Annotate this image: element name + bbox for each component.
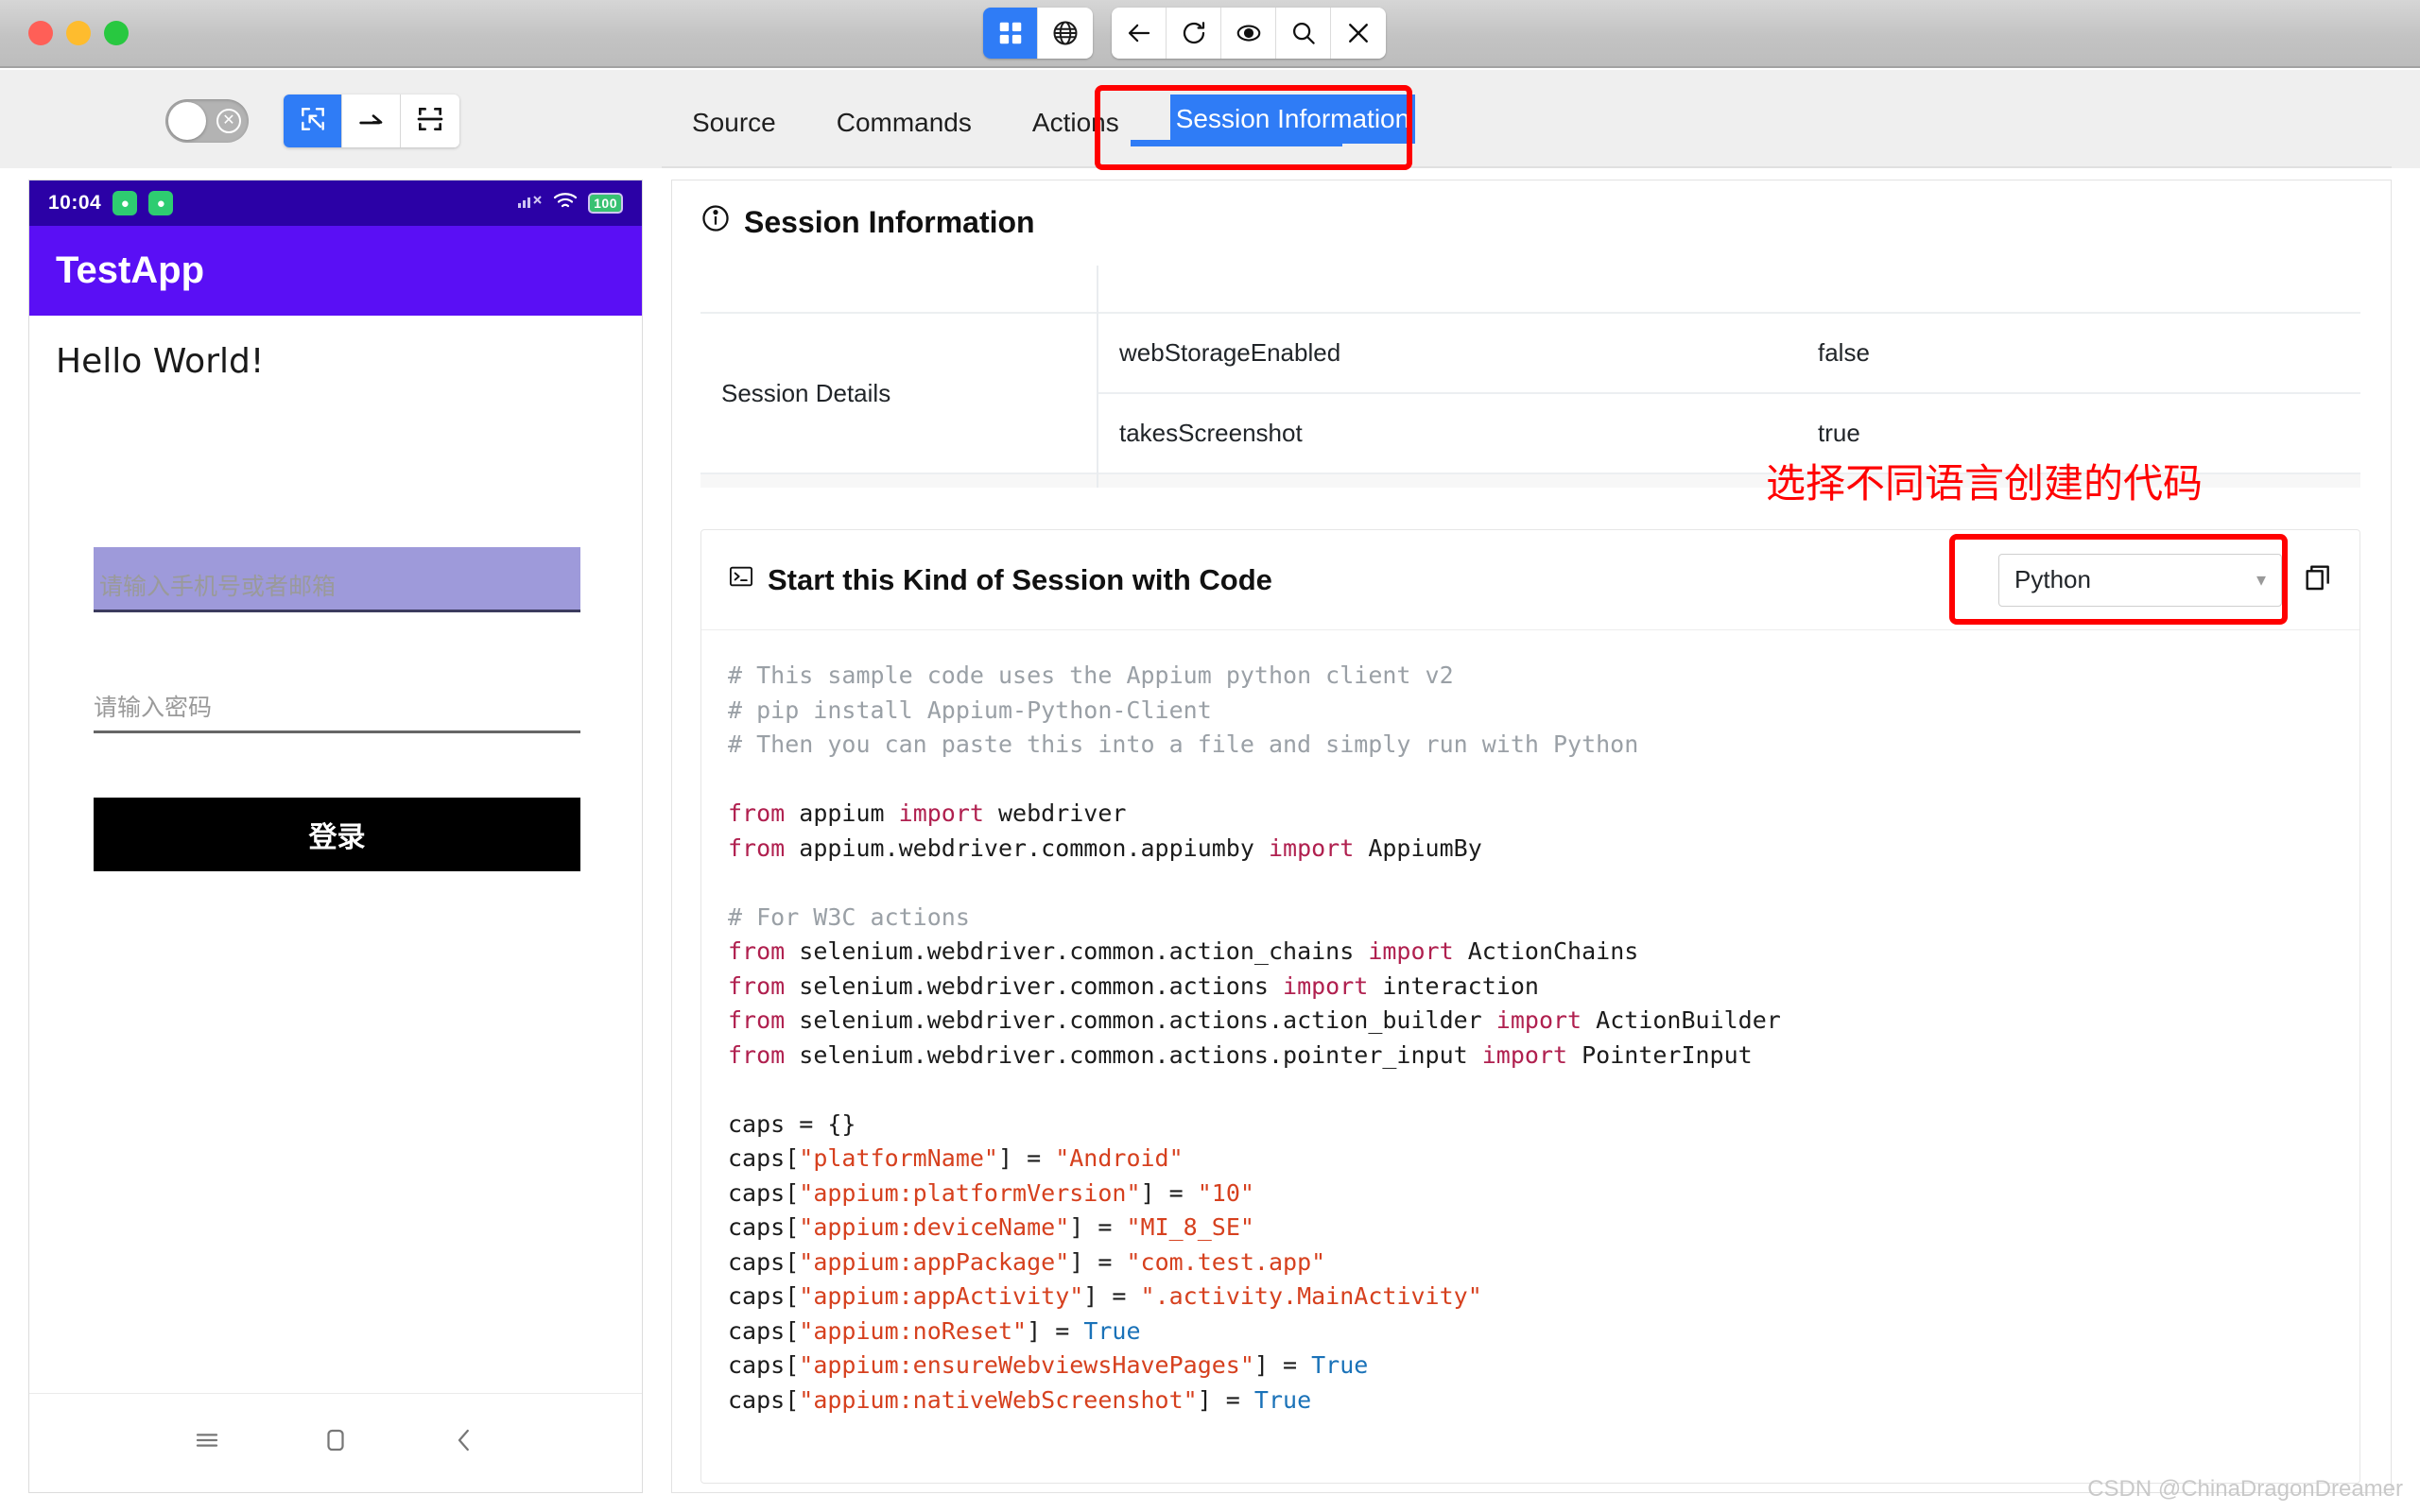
code-card-title-text: Start this Kind of Session with Code <box>768 562 1272 596</box>
device-app-bar: TestApp <box>29 226 642 316</box>
device-nav-bar <box>29 1393 642 1491</box>
code-card-title: Start this Kind of Session with Code <box>728 563 1272 597</box>
search-button[interactable] <box>1276 8 1331 59</box>
panel-title-text: Session Information <box>744 204 1035 239</box>
refresh-button[interactable] <box>1167 8 1221 59</box>
row-label <box>700 266 1098 313</box>
minimize-window-button[interactable] <box>66 21 91 45</box>
info-circle-icon <box>700 203 731 241</box>
back-button[interactable] <box>1112 8 1167 59</box>
grid-icon <box>996 19 1025 47</box>
language-select-value: Python <box>2014 565 2091 593</box>
select-element-icon <box>298 104 328 139</box>
globe-icon <box>1051 19 1080 47</box>
quit-session-button[interactable] <box>1331 8 1386 59</box>
select-element-mode-button[interactable] <box>284 94 342 147</box>
status-bar-indicators: 100 <box>518 191 623 215</box>
password-field[interactable]: 请输入密码 <box>94 689 580 733</box>
code-card-header: Start this Kind of Session with Code Pyt… <box>701 530 2360 630</box>
interaction-mode-group <box>284 94 459 147</box>
hello-world-label: Hello World! <box>56 342 265 381</box>
back-chevron-icon[interactable] <box>450 1426 478 1459</box>
window-titlebar <box>0 0 2420 68</box>
home-square-icon[interactable] <box>321 1426 350 1459</box>
search-icon <box>1289 19 1318 47</box>
row-label-session-details: Session Details <box>700 312 1098 473</box>
login-button[interactable]: 登录 <box>94 798 580 871</box>
no-signal-icon <box>518 191 543 215</box>
battery-level: 100 <box>588 193 623 214</box>
close-window-button[interactable] <box>28 21 53 45</box>
row-label-active-app-id: Currently Active App ID <box>700 472 1098 488</box>
swipe-mode-button[interactable] <box>342 94 401 147</box>
shield-icon: ● <box>148 191 174 215</box>
watermark: CSDN @ChinaDragonDreamer <box>2087 1476 2403 1502</box>
session-actions-segmented-control <box>1112 8 1386 59</box>
tab-commands[interactable]: Commands <box>806 94 1002 151</box>
grid-view-button[interactable] <box>983 8 1038 59</box>
view-mode-segmented-control <box>983 8 1093 59</box>
tab-session-information[interactable]: Session Information <box>1169 94 1416 144</box>
device-app-body: Hello World! 请输入手机号或者邮箱 请输入密码 登录 <box>29 316 642 1393</box>
tab-source[interactable]: Source <box>662 94 806 151</box>
row-value <box>1797 266 2360 313</box>
cancel-circle-icon: ✕ <box>216 109 241 133</box>
row-key <box>1098 266 1797 313</box>
close-icon <box>1344 19 1373 47</box>
traffic-lights <box>28 21 129 45</box>
code-card-controls: Python ▾ <box>1998 553 2333 607</box>
row-key-takesscreenshot: takesScreenshot <box>1098 392 1797 473</box>
sample-code-block[interactable]: # This sample code uses the Appium pytho… <box>701 630 2360 1446</box>
shield-icon: ● <box>112 191 138 215</box>
session-code-card: Start this Kind of Session with Code Pyt… <box>700 529 2360 1484</box>
device-screen-mirror[interactable]: 10:04 ● ● 100 TestApp Hello World! 请输入手机… <box>28 180 643 1493</box>
tab-actions[interactable]: Actions <box>1002 94 1150 151</box>
recording-toggle[interactable]: ✕ <box>165 99 249 143</box>
active-tab-underline <box>1131 140 1342 146</box>
tap-by-coordinates-mode-button[interactable] <box>401 94 459 147</box>
wifi-icon <box>552 191 579 215</box>
toggle-visibility-button[interactable] <box>1221 8 1276 59</box>
menu-icon[interactable] <box>193 1426 221 1459</box>
annotation-chinese-note: 选择不同语言创建的代码 <box>1766 460 2204 507</box>
table-row: Session Details webStorageEnabled false <box>700 312 2360 473</box>
back-arrow-icon <box>1125 19 1153 47</box>
session-information-panel: Session Information Session Details webS… <box>671 180 2392 1493</box>
panel-title: Session Information <box>672 180 2391 262</box>
titlebar-controls <box>983 8 1386 59</box>
swipe-icon <box>356 104 387 139</box>
tabs-divider <box>662 166 2392 168</box>
eye-icon <box>1235 19 1263 47</box>
terminal-icon <box>728 563 754 597</box>
row-key-webstorageenabled: webStorageEnabled <box>1098 312 1797 393</box>
language-select[interactable]: Python ▾ <box>1998 553 2282 607</box>
username-placeholder: 请输入手机号或者邮箱 <box>94 568 580 612</box>
zoom-window-button[interactable] <box>104 21 129 45</box>
device-status-bar: 10:04 ● ● 100 <box>29 180 642 226</box>
refresh-icon <box>1180 19 1208 47</box>
tap-by-coordinates-icon <box>415 104 445 139</box>
status-bar-time: 10:04 <box>48 192 102 214</box>
toggle-knob <box>168 102 206 140</box>
app-title: TestApp <box>56 249 205 291</box>
app-window: ✕ Source Commands Actions Session Inform… <box>0 0 2420 1512</box>
username-field[interactable]: 请输入手机号或者邮箱 <box>94 547 580 612</box>
web-view-button[interactable] <box>1038 8 1093 59</box>
row-value-webstorageenabled: false <box>1797 312 2360 393</box>
chevron-down-icon: ▾ <box>2256 570 2266 591</box>
password-placeholder: 请输入密码 <box>94 689 580 733</box>
table-row-partial <box>700 266 2360 313</box>
copy-icon[interactable] <box>2303 562 2333 597</box>
